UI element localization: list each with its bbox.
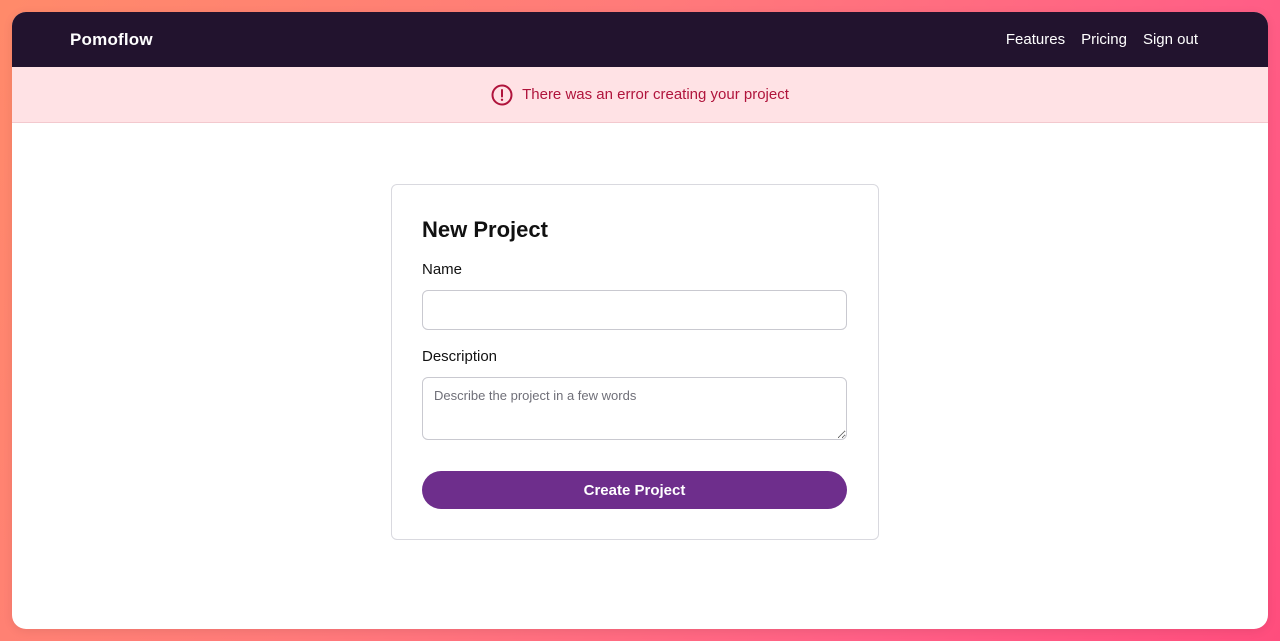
alert-circle-icon <box>491 84 513 106</box>
create-project-button[interactable]: Create Project <box>422 471 847 509</box>
description-label: Description <box>422 348 498 365</box>
nav-sign-out-link[interactable]: Sign out <box>1143 31 1198 48</box>
error-message: There was an error creating your project <box>522 86 789 103</box>
nav-features-link[interactable]: Features <box>1006 31 1065 48</box>
nav-links: Features Pricing Sign out <box>1006 31 1198 48</box>
form-title: New Project <box>422 217 548 242</box>
navbar: Pomoflow Features Pricing Sign out <box>12 12 1268 67</box>
app-window: Pomoflow Features Pricing Sign out There… <box>12 12 1268 629</box>
description-textarea[interactable] <box>422 377 847 440</box>
nav-pricing-link[interactable]: Pricing <box>1081 31 1127 48</box>
name-label: Name <box>422 261 463 278</box>
error-alert: There was an error creating your project <box>12 67 1268 123</box>
name-input[interactable] <box>422 290 847 330</box>
new-project-form: New Project Name Description Create Proj… <box>391 184 879 540</box>
brand-logo[interactable]: Pomoflow <box>70 30 153 50</box>
